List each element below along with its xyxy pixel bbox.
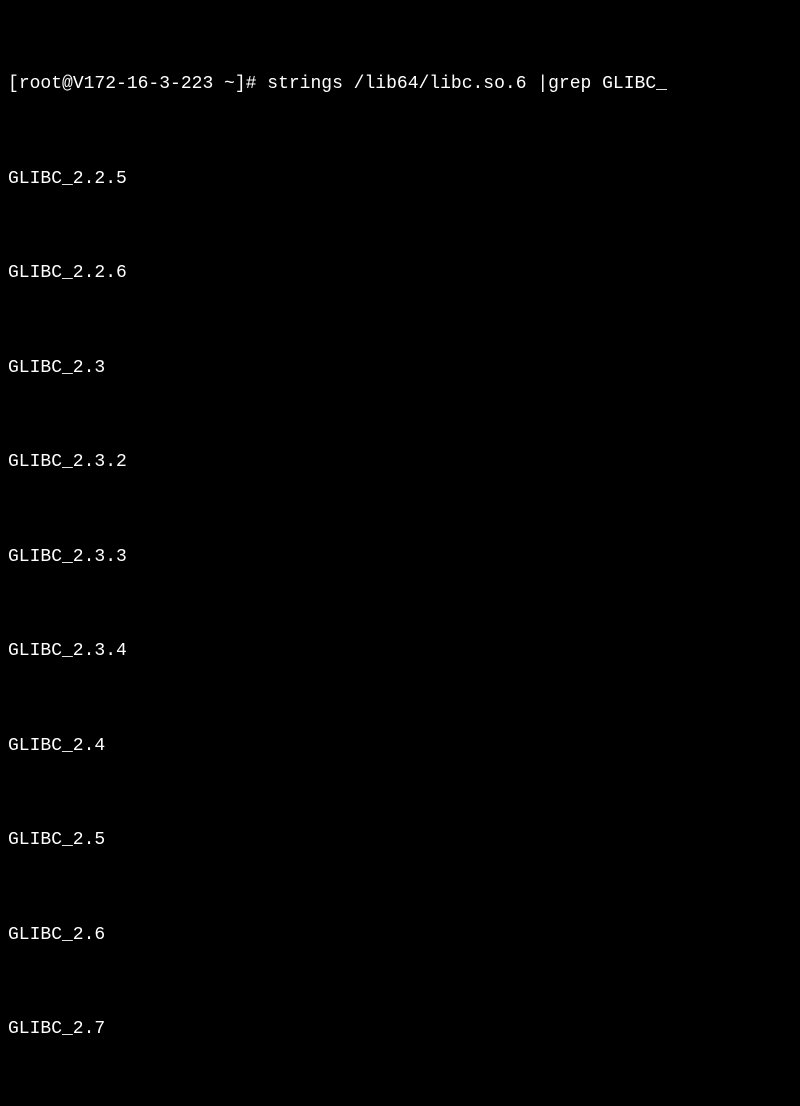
prompt-bracket-open: [ [8, 74, 19, 94]
command-text: strings /lib64/libc.so.6 |grep GLIBC_ [256, 74, 666, 94]
prompt-bracket-close: ]# [235, 74, 257, 94]
output-line: GLIBC_2.3.2 [8, 447, 792, 479]
output-line: GLIBC_2.3.3 [8, 542, 792, 574]
command-line-1: [root@V172-16-3-223 ~]# strings /lib64/l… [8, 69, 792, 101]
output-line: GLIBC_2.7 [8, 1014, 792, 1046]
prompt-user-host: root@V172-16-3-223 ~ [19, 74, 235, 94]
output-line: GLIBC_2.4 [8, 731, 792, 763]
output-line: GLIBC_2.2.6 [8, 258, 792, 290]
output-line: GLIBC_2.3 [8, 353, 792, 385]
output-line: GLIBC_2.2.5 [8, 164, 792, 196]
output-line: GLIBC_2.3.4 [8, 636, 792, 668]
output-line: GLIBC_2.5 [8, 825, 792, 857]
output-line: GLIBC_2.6 [8, 920, 792, 952]
terminal-window[interactable]: [root@V172-16-3-223 ~]# strings /lib64/l… [8, 6, 792, 1106]
